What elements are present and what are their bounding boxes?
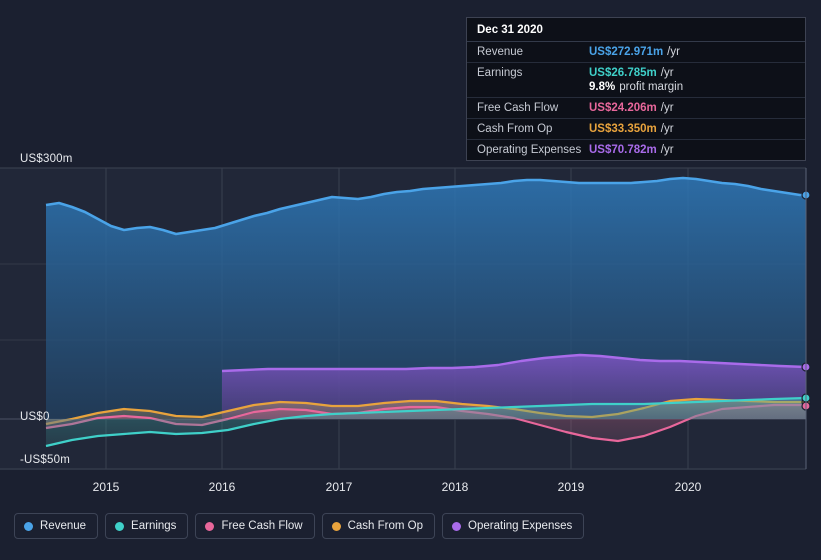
legend-dot-operating-expenses	[452, 521, 462, 531]
tooltip-row-revenue: Revenue US$272.971m /yr	[467, 42, 805, 63]
x-axis-label-2020: 2020	[674, 480, 702, 494]
legend-item-cash-from-op[interactable]: Cash From Op	[321, 513, 436, 539]
tooltip-label-operating-expenses: Operating Expenses	[477, 144, 582, 156]
tooltip-value-earnings: US$26.785m	[589, 67, 657, 79]
legend-dot-earnings	[115, 521, 125, 531]
tooltip-label-cash-from-op: Cash From Op	[477, 123, 553, 135]
tooltip-unit-earnings: /yr	[660, 67, 674, 79]
legend-label-revenue: Revenue	[40, 520, 87, 532]
tooltip-row-free-cash-flow: Free Cash Flow US$24.206m /yr	[467, 98, 805, 119]
legend-item-free-cash-flow[interactable]: Free Cash Flow	[195, 513, 315, 539]
tooltip-value-revenue: US$272.971m	[589, 46, 664, 58]
legend-label-earnings: Earnings	[131, 520, 177, 532]
legend-item-earnings[interactable]: Earnings	[105, 513, 189, 539]
tooltip-value-free-cash-flow: US$24.206m	[589, 102, 657, 114]
tooltip-date: Dec 31 2020	[467, 18, 805, 42]
tooltip-unit-profit-margin: profit margin	[619, 81, 684, 93]
legend-label-operating-expenses: Operating Expenses	[468, 520, 573, 532]
tooltip-unit-operating-expenses: /yr	[660, 144, 674, 156]
tooltip-unit-free-cash-flow: /yr	[660, 102, 674, 114]
tooltip-unit-cash-from-op: /yr	[660, 123, 674, 135]
tooltip-row-profit-margin: 9.8% profit margin	[467, 80, 805, 98]
legend-label-free-cash-flow: Free Cash Flow	[221, 520, 303, 532]
x-axis-label-2018: 2018	[441, 480, 469, 494]
legend-dot-cash-from-op	[331, 521, 341, 531]
chart-screenshot: US$300m US$0 -US$50m 2015 2016 2017 2018…	[0, 0, 821, 560]
tooltip-value-profit-margin: 9.8%	[589, 81, 616, 93]
tooltip-value-operating-expenses: US$70.782m	[589, 144, 657, 156]
tooltip-label-revenue: Revenue	[477, 46, 524, 58]
legend-item-operating-expenses[interactable]: Operating Expenses	[442, 513, 585, 539]
y-axis-label-top: US$300m	[20, 153, 73, 165]
x-axis-label-2017: 2017	[325, 480, 353, 494]
tooltip-row-operating-expenses: Operating Expenses US$70.782m /yr	[467, 140, 805, 160]
tooltip-row-cash-from-op: Cash From Op US$33.350m /yr	[467, 119, 805, 140]
x-axis-label-2015: 2015	[92, 480, 120, 494]
chart-tooltip: Dec 31 2020 Revenue US$272.971m /yr Earn…	[466, 17, 806, 161]
legend-label-cash-from-op: Cash From Op	[347, 520, 424, 532]
x-axis-label-2019: 2019	[557, 480, 585, 494]
tooltip-row-earnings: Earnings US$26.785m /yr	[467, 63, 805, 80]
legend-item-revenue[interactable]: Revenue	[14, 513, 99, 539]
y-axis-label-zero: US$0	[20, 411, 50, 423]
tooltip-unit-revenue: /yr	[667, 46, 680, 58]
legend-dot-revenue	[24, 521, 33, 531]
tooltip-value-cash-from-op: US$33.350m	[589, 123, 657, 135]
legend-dot-free-cash-flow	[205, 521, 215, 531]
tooltip-label-earnings: Earnings	[477, 67, 523, 79]
chart-legend: Revenue Earnings Free Cash Flow Cash Fro…	[14, 513, 585, 539]
tooltip-label-free-cash-flow: Free Cash Flow	[477, 102, 559, 114]
x-axis-label-2016: 2016	[208, 480, 236, 494]
y-axis-label-bottom: -US$50m	[20, 454, 70, 466]
